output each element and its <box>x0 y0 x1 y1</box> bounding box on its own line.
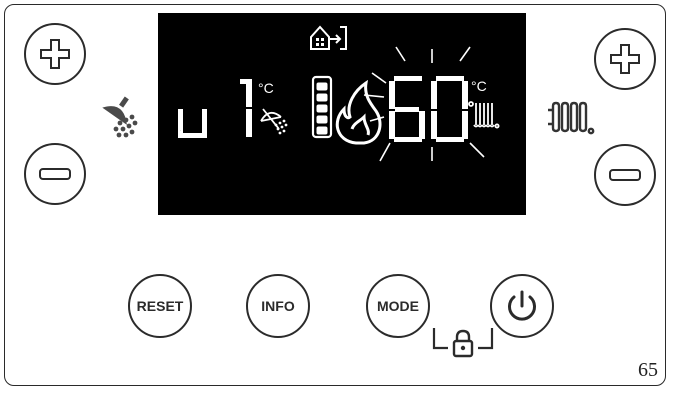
radiator-mini-icon <box>468 101 500 129</box>
power-icon <box>508 290 536 321</box>
tap-shower-icon <box>260 108 288 135</box>
plus-icon <box>610 44 640 74</box>
padlock-icon <box>452 329 474 358</box>
shower-icon <box>102 96 138 138</box>
heating-setpoint-value: 60 <box>158 13 160 14</box>
key-lock-indicator <box>432 328 494 358</box>
mode-button[interactable]: MODE <box>366 274 430 338</box>
flame-level-bar <box>311 75 333 139</box>
dhw-mode-digit <box>178 109 207 138</box>
flame-level-cell <box>316 104 328 113</box>
plus-icon <box>40 39 70 69</box>
lcd-display: u °C 60 °C <box>158 13 526 215</box>
minus-icon <box>39 168 71 180</box>
heating-plus-button[interactable] <box>594 28 656 90</box>
dhw-plus-button[interactable] <box>24 23 86 85</box>
heating-unit-label: °C <box>471 78 487 94</box>
page-number: 65 <box>638 359 658 381</box>
radiator-icon <box>548 101 595 135</box>
reset-label: RESET <box>136 298 184 314</box>
reset-button[interactable]: RESET <box>128 274 192 338</box>
flame-level-cell <box>316 115 328 124</box>
flame-level-cell <box>316 126 328 135</box>
flame-icon <box>335 79 382 145</box>
dhw-unit-label: °C <box>258 80 274 96</box>
dhw-setpoint-digit <box>240 79 252 137</box>
info-label: INFO <box>261 298 295 314</box>
heating-setpoint-digits <box>389 76 468 142</box>
flame-level-cell <box>316 82 328 91</box>
power-button[interactable] <box>490 274 554 338</box>
outdoor-sensor-icon <box>310 25 347 50</box>
heating-minus-button[interactable] <box>594 144 656 206</box>
dhw-minus-button[interactable] <box>24 143 86 205</box>
mode-label: MODE <box>377 298 419 314</box>
info-button[interactable]: INFO <box>246 274 310 338</box>
minus-icon <box>609 169 641 181</box>
flame-level-cell <box>316 93 328 102</box>
